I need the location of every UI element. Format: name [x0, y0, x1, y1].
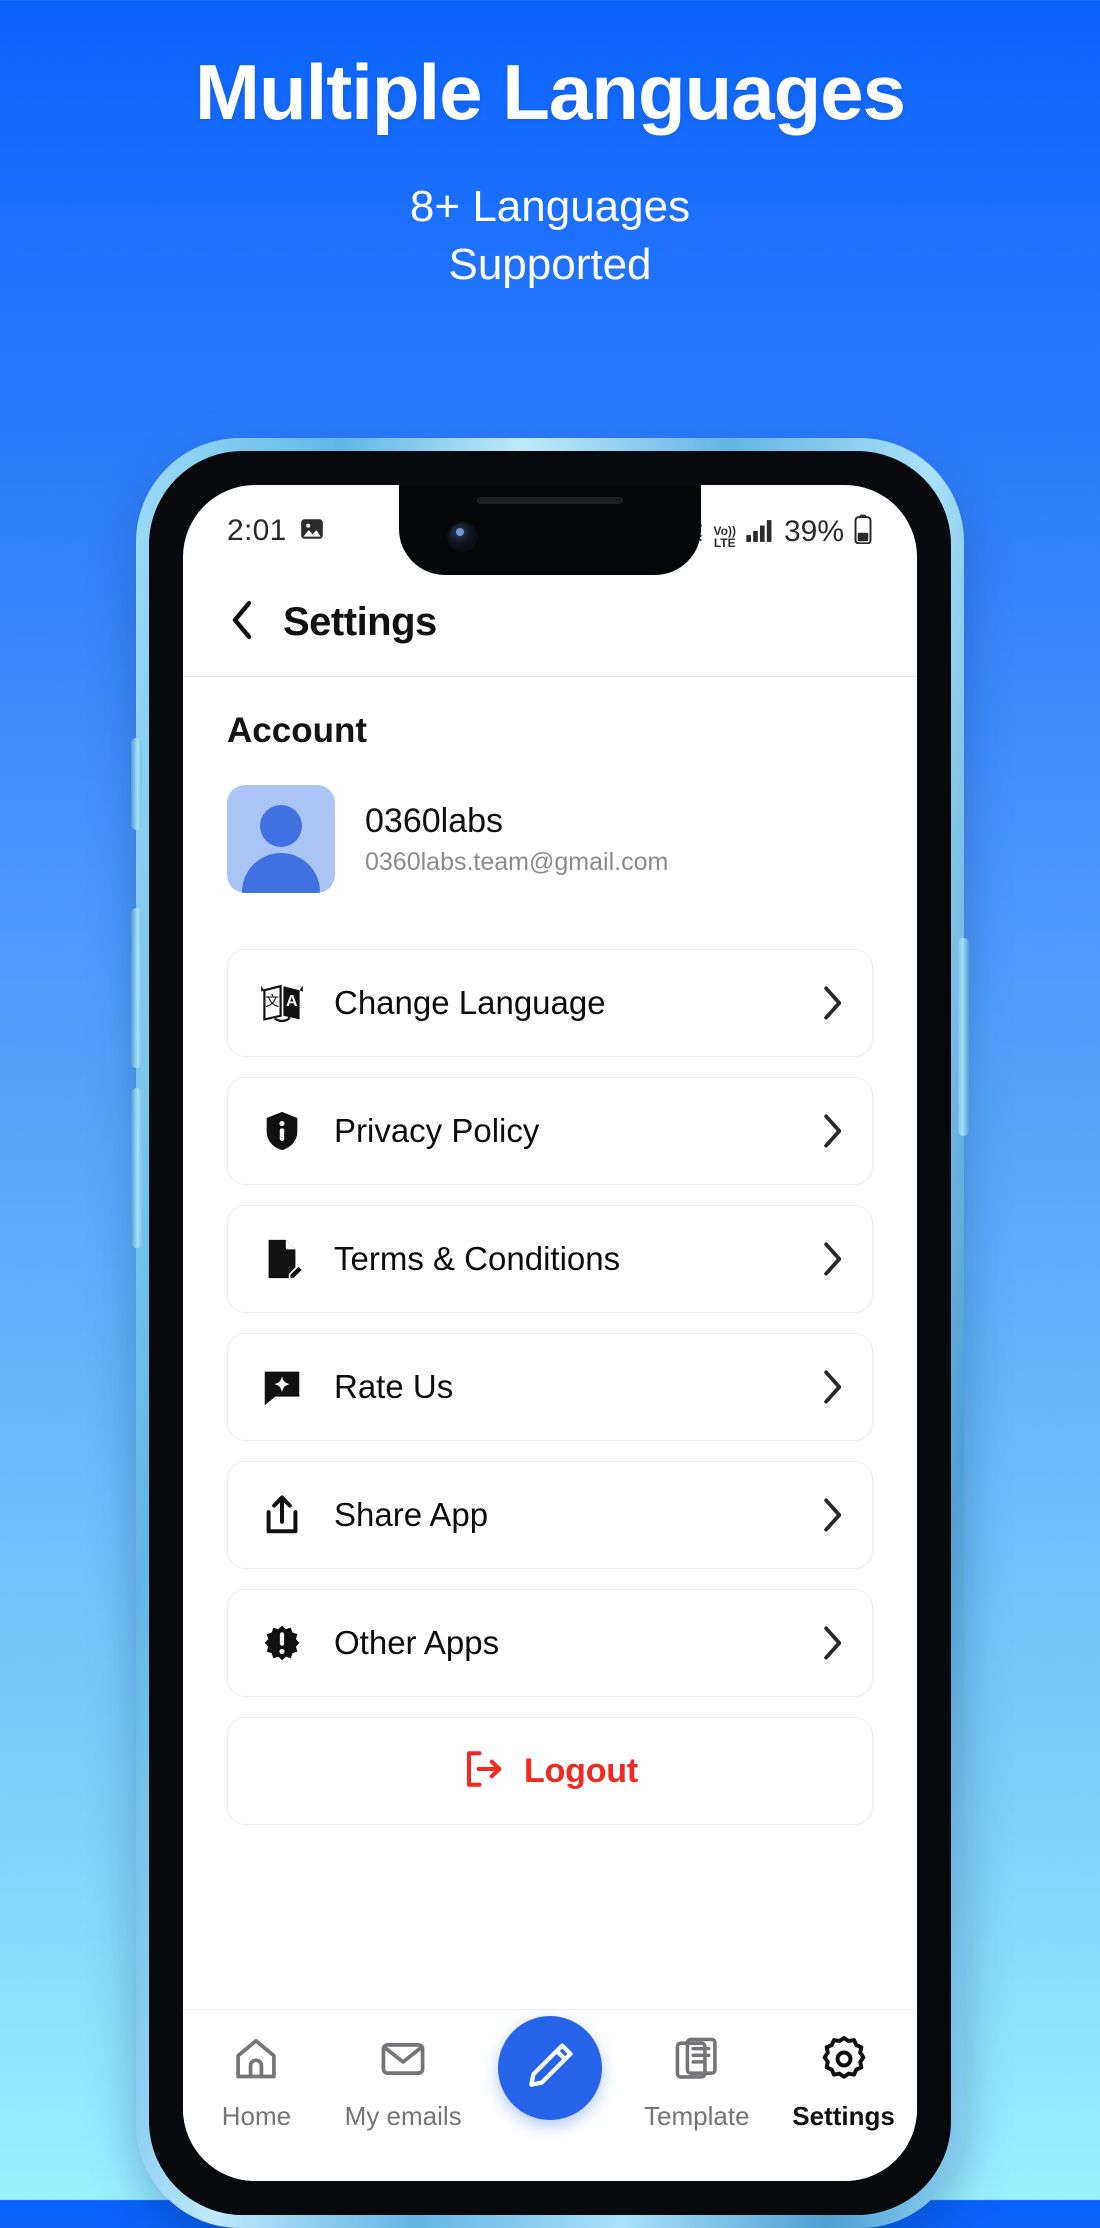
- translate-icon: 文 A: [256, 979, 308, 1027]
- promo-subtitle: 8+ Languages Supported: [0, 178, 1100, 294]
- silent-switch-button[interactable]: [131, 738, 142, 830]
- front-camera-icon: [449, 523, 476, 550]
- menu-item-label: Terms & Conditions: [334, 1240, 621, 1277]
- menu-item-terms-conditions[interactable]: Terms & Conditions: [227, 1205, 873, 1313]
- compose-fab-button[interactable]: [497, 2016, 602, 2120]
- nav-item-my-emails[interactable]: My emails: [333, 2034, 473, 2132]
- phone-notch: [399, 485, 701, 575]
- battery-icon: [853, 514, 873, 549]
- chevron-right-icon: [820, 1112, 844, 1150]
- menu-item-privacy-policy[interactable]: Privacy Policy: [227, 1077, 873, 1185]
- svg-text:文: 文: [265, 993, 279, 1009]
- svg-text:A: A: [286, 993, 298, 1010]
- share-icon: [256, 1492, 308, 1538]
- shield-info-icon: [256, 1108, 308, 1154]
- logout-button[interactable]: Logout: [227, 1717, 873, 1825]
- earpiece-speaker: [477, 497, 623, 504]
- phone-bezel: 2:01 Vo)) LTE 39% Settings Account 0360l…: [149, 451, 951, 2215]
- nav-item-settings[interactable]: Settings: [774, 2034, 914, 2132]
- account-email: 0360labs.team@gmail.com: [365, 847, 669, 876]
- volte-icon: Vo)) LTE: [713, 523, 736, 550]
- nav-item-label: My emails: [344, 2101, 462, 2131]
- status-time: 2:01: [227, 514, 287, 547]
- compose-fab-container: [480, 2016, 620, 2120]
- chat-star-icon: [256, 1364, 308, 1410]
- menu-item-label: Change Language: [334, 984, 606, 1021]
- bottom-navigation: Home My emails Template Settings: [183, 2009, 917, 2181]
- power-button[interactable]: [958, 938, 969, 1136]
- image-icon: [299, 516, 325, 547]
- menu-item-label: Other Apps: [334, 1624, 500, 1661]
- document-edit-icon: [256, 1236, 308, 1282]
- promo-subtitle-line1: 8+ Languages: [409, 181, 691, 231]
- envelope-icon: [378, 2034, 428, 2089]
- phone-mockup: 2:01 Vo)) LTE 39% Settings Account 0360l…: [131, 438, 969, 2228]
- nav-item-label: Template: [644, 2101, 750, 2131]
- chevron-right-icon: [820, 984, 844, 1022]
- avatar: [227, 785, 335, 893]
- home-icon: [231, 2034, 281, 2089]
- menu-item-share-app[interactable]: Share App: [227, 1461, 873, 1569]
- badge-exclamation-icon: [256, 1620, 308, 1666]
- nav-item-template[interactable]: Template: [627, 2034, 767, 2132]
- promo-title: Multiple Languages: [194, 48, 906, 136]
- settings-menu: 文 A Change Language Privacy Policy Terms…: [227, 949, 873, 1697]
- account-row[interactable]: 0360labs 0360labs.team@gmail.com: [227, 785, 873, 893]
- menu-item-label: Privacy Policy: [334, 1112, 540, 1149]
- page-title: Settings: [283, 600, 437, 644]
- chevron-right-icon: [820, 1624, 844, 1662]
- logout-arrow-icon: [462, 1748, 504, 1795]
- app-header: Settings: [183, 577, 917, 677]
- document-list-icon: [672, 2034, 722, 2089]
- menu-item-label: Share App: [334, 1496, 489, 1533]
- nav-item-home[interactable]: Home: [186, 2034, 326, 2132]
- promo-banner: Multiple Languages 8+ Languages Supporte…: [0, 0, 1100, 294]
- back-chevron-icon[interactable]: [227, 599, 257, 646]
- nav-item-label: Home: [221, 2101, 292, 2131]
- account-section-title: Account: [227, 711, 367, 750]
- settings-content: Account 0360labs 0360labs.team@gmail.com: [183, 677, 917, 1825]
- menu-item-other-apps[interactable]: Other Apps: [227, 1589, 873, 1697]
- account-name: 0360labs: [365, 801, 504, 840]
- menu-item-change-language[interactable]: 文 A Change Language: [227, 949, 873, 1057]
- nav-item-label: Settings: [792, 2101, 895, 2131]
- cellular-signal-icon: [745, 518, 775, 549]
- pencil-icon: [523, 2039, 577, 2098]
- volume-down-button[interactable]: [131, 1088, 142, 1248]
- chevron-right-icon: [820, 1240, 844, 1278]
- logout-label: Logout: [524, 1751, 638, 1790]
- chevron-right-icon: [820, 1368, 844, 1406]
- menu-item-rate-us[interactable]: Rate Us: [227, 1333, 873, 1441]
- chevron-right-icon: [820, 1496, 844, 1534]
- battery-percent: 39%: [783, 514, 844, 548]
- promo-subtitle-line2: Supported: [448, 239, 652, 289]
- volume-up-button[interactable]: [131, 908, 142, 1068]
- gear-icon: [819, 2034, 869, 2089]
- phone-screen: 2:01 Vo)) LTE 39% Settings Account 0360l…: [183, 485, 917, 2181]
- menu-item-label: Rate Us: [334, 1368, 454, 1405]
